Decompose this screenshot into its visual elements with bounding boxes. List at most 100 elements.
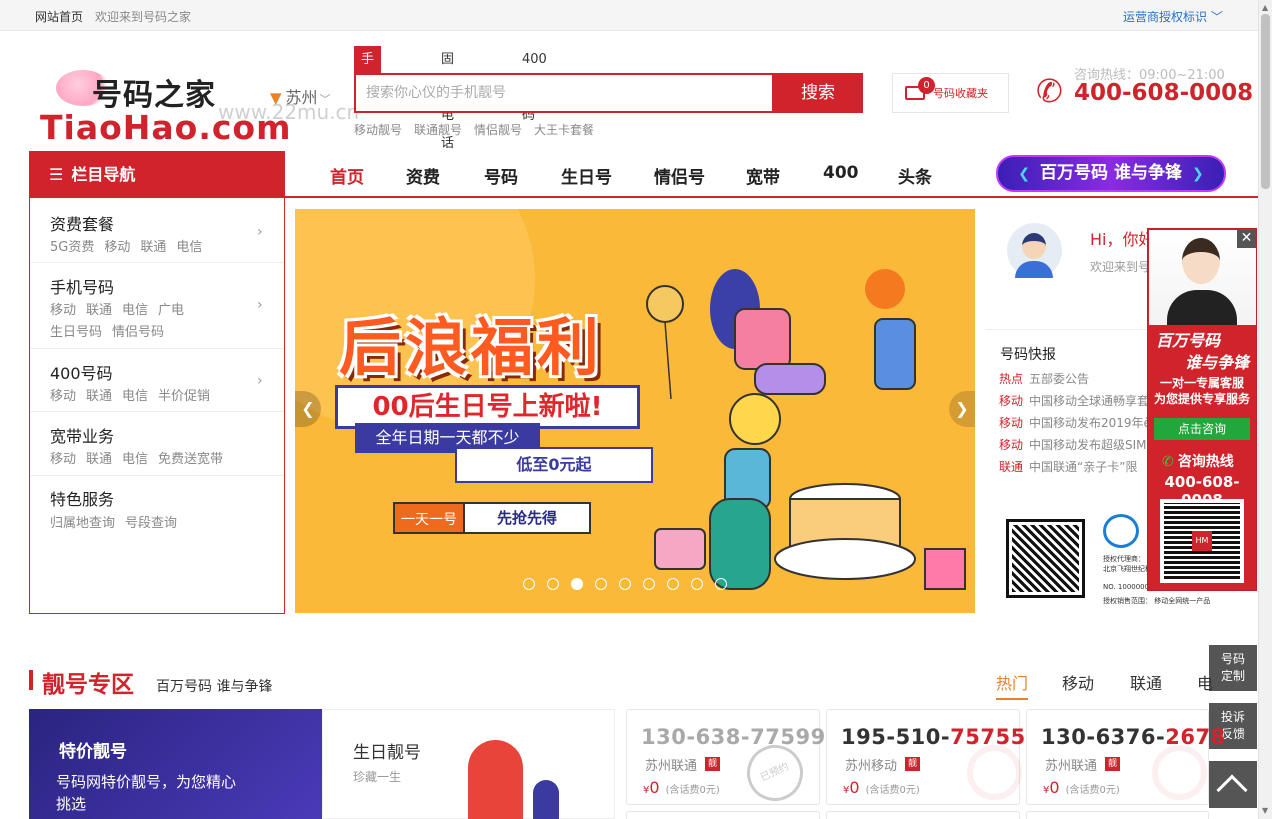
news-item[interactable]: 联通 中国联通“亲子卡”限 <box>999 458 1137 475</box>
category-link[interactable]: 5G资费 <box>50 240 94 255</box>
nav-item-tariff[interactable]: 资费 <box>406 163 440 188</box>
operator-auth-link[interactable]: 运营商授权标识 ﹀ <box>1123 8 1223 25</box>
auth-scope: 授权销售范围： 移动全网统一产品 <box>1103 597 1211 605</box>
news-item[interactable]: 移动 中国移动全球通畅享套 <box>999 392 1149 409</box>
page-scrollbar[interactable]: ▲ ▼ <box>1258 0 1272 819</box>
search-input[interactable] <box>356 75 772 111</box>
carrier-label: 苏州移动 <box>845 759 898 774</box>
tab-telecom[interactable]: 电 <box>1197 670 1213 694</box>
news-item[interactable]: 热点 五部委公告 <box>999 370 1089 387</box>
nav-item-400[interactable]: 400 <box>823 163 859 183</box>
tab-landline[interactable]: 固定电话 <box>434 46 461 151</box>
news-item[interactable]: 移动 中国移动发布超级SIM <box>999 436 1147 453</box>
hot-keyword[interactable]: 联通靓号 <box>414 123 462 137</box>
city-name: 苏州 <box>285 88 318 107</box>
category-group[interactable]: 400号码 移动 联通 电信 半价促销 › <box>30 349 284 412</box>
category-group[interactable]: 宽带业务 移动 联通 电信 免费送宽带 <box>30 412 284 476</box>
favorites-button[interactable]: 0 号码收藏夹 <box>892 73 1009 113</box>
search-button[interactable]: 搜索 <box>773 73 863 113</box>
banner-pagination <box>523 575 739 594</box>
banner-tag: 一天一号 <box>393 502 465 534</box>
hero-banner[interactable]: 后浪福利 00后生日号上新啦! 全年日期一天都不少 低至0元起 一天一号 先抢先… <box>295 209 975 613</box>
number-card[interactable]: 130-638-77599 苏州联通 靓 ¥0 (含话费0元) 已预约 <box>626 709 825 811</box>
category-link[interactable]: 联通 <box>140 240 166 255</box>
tab-unicom[interactable]: 联通 <box>1130 670 1162 694</box>
banner-dot[interactable] <box>691 578 703 590</box>
consult-button[interactable]: 点击咨询 <box>1154 418 1250 440</box>
banner-dot[interactable] <box>667 578 679 590</box>
nav-promo-text: 百万号码 谁与争锋 <box>1040 163 1182 183</box>
promo-card-birthday[interactable]: 生日靓号 珍藏一生 <box>322 709 615 819</box>
category-link[interactable]: 免费送宽带 <box>158 452 223 467</box>
category-link[interactable]: 半价促销 <box>158 389 210 404</box>
number-card[interactable]: 195-510-75755 苏州移动 靓 ¥0 (含话费0元) <box>826 709 1025 805</box>
number-card-next-row <box>826 811 1020 819</box>
category-title: 资费套餐 <box>50 215 115 234</box>
banner-dot[interactable] <box>643 578 655 590</box>
number-customize-button[interactable]: 号码 定制 <box>1209 645 1257 691</box>
nav-item-couple[interactable]: 情侣号 <box>654 163 705 188</box>
banner-dot[interactable] <box>523 578 535 590</box>
category-link[interactable]: 情侣号码 <box>112 325 164 340</box>
banner-dot[interactable] <box>547 578 559 590</box>
scroll-down-icon[interactable]: ▼ <box>1262 806 1268 815</box>
category-group[interactable]: 手机号码 移动 联通 电信 广电 生日号码 情侣号码 › <box>30 263 284 349</box>
number-card[interactable]: 130-6376-2678 苏州联通 靓 ¥0 (含话费0元) <box>1026 709 1225 805</box>
category-link[interactable]: 广电 <box>158 303 184 318</box>
scroll-thumb[interactable] <box>1261 14 1270 189</box>
category-nav-label: 栏目导航 <box>71 165 136 184</box>
news-item[interactable]: 移动 中国移动发布2019年ê <box>999 414 1151 431</box>
city-selector[interactable]: ▼ 苏州 ﹀ <box>270 84 331 108</box>
category-link[interactable]: 归属地查询 <box>50 516 115 531</box>
promo-desc: 珍藏一生 <box>353 770 402 784</box>
welcome-text: 欢迎来到号码之家 <box>95 10 192 24</box>
category-nav-button[interactable]: ☰ 栏目导航 <box>29 151 285 198</box>
category-link[interactable]: 联通 <box>86 452 112 467</box>
scroll-up-icon[interactable]: ▲ <box>1262 3 1268 12</box>
category-link[interactable]: 电信 <box>122 303 148 318</box>
category-link[interactable]: 联通 <box>86 303 112 318</box>
nav-item-numbers[interactable]: 号码 <box>484 163 518 188</box>
hot-keyword[interactable]: 大王卡套餐 <box>534 123 594 137</box>
category-link[interactable]: 移动 <box>50 452 76 467</box>
category-group[interactable]: 特色服务 归属地查询 号段查询 <box>30 476 284 540</box>
nav-promo-banner[interactable]: ❮ 百万号码 谁与争锋 ❯ <box>996 155 1226 192</box>
promo-desc: 号码网特价靓号，为您精心挑选 <box>56 773 237 813</box>
hot-keyword[interactable]: 移动靓号 <box>354 123 402 137</box>
category-title: 特色服务 <box>50 490 115 509</box>
hot-keyword[interactable]: 情侣靓号 <box>474 123 522 137</box>
nav-item-birthday[interactable]: 生日号 <box>561 163 612 188</box>
banner-dot[interactable] <box>571 578 583 590</box>
back-to-top-button[interactable] <box>1209 761 1257 808</box>
close-icon[interactable]: ✕ <box>1237 229 1256 248</box>
category-link[interactable]: 联通 <box>86 389 112 404</box>
category-link[interactable]: 生日号码 <box>50 325 102 340</box>
category-link[interactable]: 电信 <box>122 452 148 467</box>
carrier-label: 苏州联通 <box>1045 759 1098 774</box>
category-link[interactable]: 移动 <box>50 303 76 318</box>
chevron-right-icon: ❯ <box>1191 166 1204 182</box>
banner-dot[interactable] <box>619 578 631 590</box>
tab-hot[interactable]: 热门 <box>996 670 1029 700</box>
promo-card-special[interactable]: 特价靓号 号码网特价靓号，为您精心挑选 <box>29 709 322 819</box>
category-link[interactable]: 移动 <box>104 240 130 255</box>
tab-400[interactable]: 400号码 <box>515 46 554 123</box>
ad-hotline-label: ✆ 咨询热线 <box>1162 454 1234 470</box>
nav-item-home[interactable]: 首页 <box>330 163 364 188</box>
tab-mobile[interactable]: 手机号码 <box>354 46 382 151</box>
avatar[interactable] <box>1007 223 1062 278</box>
nav-item-broadband[interactable]: 宽带 <box>746 163 780 188</box>
top-bar: 网站首页 欢迎来到号码之家 运营商授权标识 ﹀ <box>0 0 1258 31</box>
banner-dot[interactable] <box>715 578 727 590</box>
category-link[interactable]: 电信 <box>176 240 202 255</box>
category-link[interactable]: 移动 <box>50 389 76 404</box>
banner-dot[interactable] <box>595 578 607 590</box>
category-title: 宽带业务 <box>50 427 115 446</box>
home-link[interactable]: 网站首页 <box>35 8 83 25</box>
nav-item-news[interactable]: 头条 <box>898 163 932 188</box>
category-group[interactable]: 资费套餐 5G资费 移动 联通 电信 › <box>30 198 284 263</box>
tab-mobile-carrier[interactable]: 移动 <box>1062 670 1094 694</box>
category-link[interactable]: 电信 <box>122 389 148 404</box>
category-link[interactable]: 号段查询 <box>125 516 177 531</box>
banner-cta-button[interactable]: 先抢先得 <box>463 502 591 534</box>
